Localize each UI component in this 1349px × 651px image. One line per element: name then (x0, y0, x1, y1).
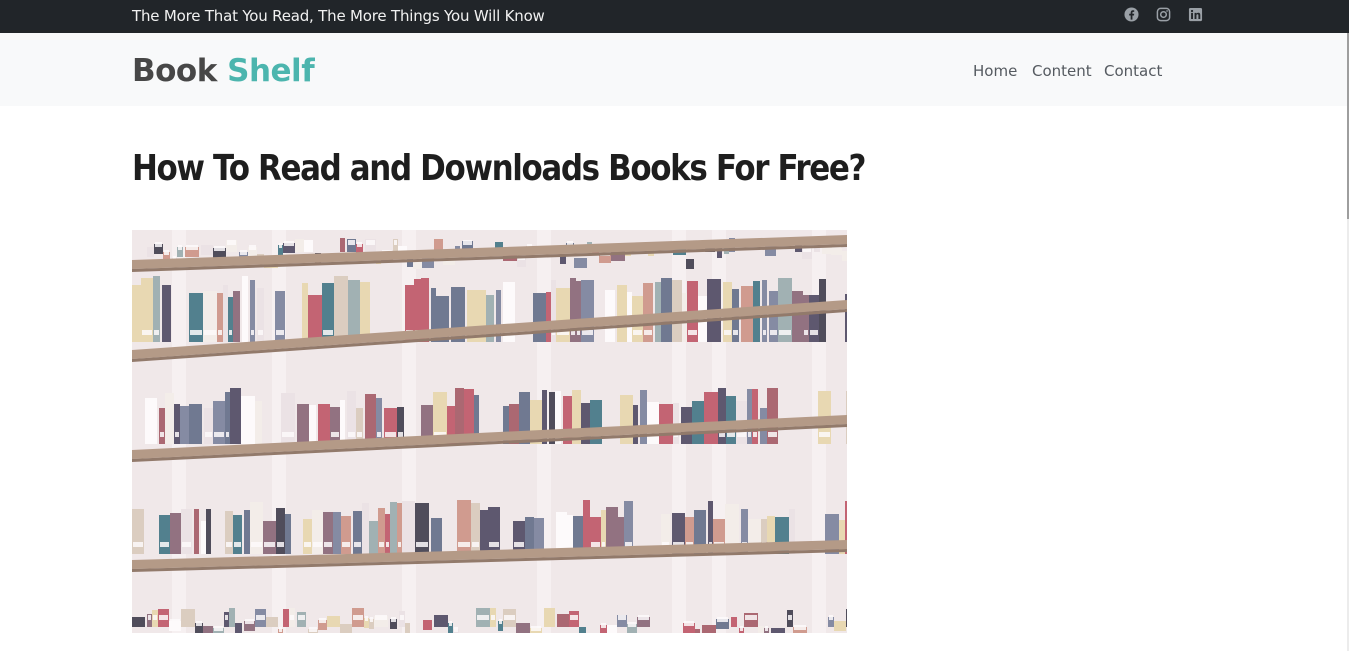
article-title: How To Read and Downloads Books For Free… (132, 148, 866, 189)
navbar: Book Shelf Home Content Contact (0, 33, 1347, 106)
brand-word-shelf: Shelf (227, 53, 315, 89)
bookshelf-photo (132, 230, 847, 633)
nav-home[interactable]: Home (973, 62, 1017, 80)
linkedin-icon[interactable] (1187, 6, 1203, 22)
nav-contact[interactable]: Contact (1104, 62, 1162, 80)
brand-word-book: Book (132, 53, 217, 89)
instagram-icon[interactable] (1155, 6, 1171, 22)
nav-content[interactable]: Content (1032, 62, 1092, 80)
tagline: The More That You Read, The More Things … (132, 7, 545, 25)
brand-logo[interactable]: Book Shelf (132, 53, 315, 89)
facebook-icon[interactable] (1123, 6, 1139, 22)
top-bar: The More That You Read, The More Things … (0, 0, 1349, 33)
